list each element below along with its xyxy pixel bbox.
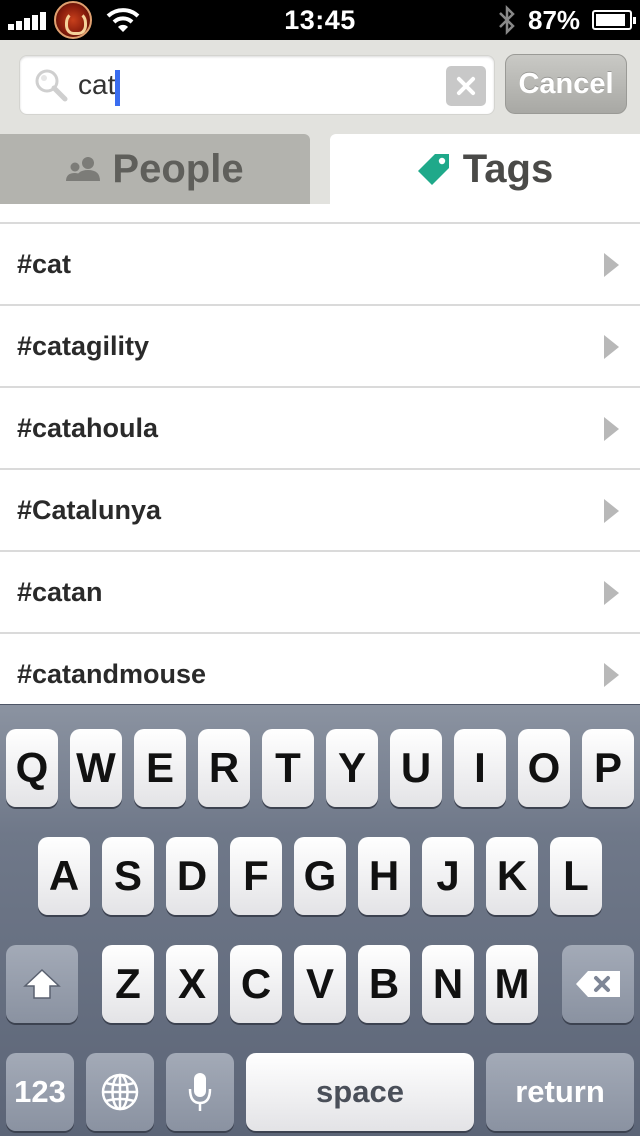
key-b[interactable]: B bbox=[358, 945, 410, 1023]
key-v[interactable]: V bbox=[294, 945, 346, 1023]
search-bar: cat Cancel bbox=[0, 40, 640, 134]
list-item[interactable]: #catagility bbox=[0, 306, 640, 388]
cancel-button[interactable]: Cancel bbox=[505, 54, 627, 114]
chevron-right-icon bbox=[604, 253, 619, 277]
numbers-key[interactable]: 123 bbox=[6, 1053, 74, 1131]
key-n[interactable]: N bbox=[422, 945, 474, 1023]
dictation-key[interactable] bbox=[166, 1053, 234, 1131]
tab-people[interactable]: People bbox=[0, 134, 310, 204]
list-item[interactable]: #catahoula bbox=[0, 388, 640, 470]
tab-bar: People Tags bbox=[0, 134, 640, 204]
key-m[interactable]: M bbox=[486, 945, 538, 1023]
key-q[interactable]: Q bbox=[6, 729, 58, 807]
status-bar: 13:45 87% bbox=[0, 0, 640, 40]
list-item[interactable]: #Catalunya bbox=[0, 470, 640, 552]
tag-results-list: #cat #catagility #catahoula #Catalunya #… bbox=[0, 204, 640, 704]
shift-arrow-icon bbox=[23, 968, 61, 999]
backspace-icon bbox=[576, 971, 620, 997]
key-a[interactable]: A bbox=[38, 837, 90, 915]
keyboard: Q W E R T Y U I O P A S D F G H J K L Z … bbox=[0, 704, 640, 1136]
key-h[interactable]: H bbox=[358, 837, 410, 915]
battery-percentage: 87% bbox=[528, 5, 581, 35]
tag-label: #Catalunya bbox=[17, 495, 162, 525]
key-f[interactable]: F bbox=[230, 837, 282, 915]
clear-search-button[interactable] bbox=[446, 66, 486, 106]
chevron-right-icon bbox=[604, 581, 619, 605]
tab-tags[interactable]: Tags bbox=[330, 134, 640, 204]
tag-label: #cat bbox=[17, 249, 72, 279]
chevron-right-icon bbox=[604, 417, 619, 441]
key-w[interactable]: W bbox=[70, 729, 122, 807]
key-k[interactable]: K bbox=[486, 837, 538, 915]
key-y[interactable]: Y bbox=[326, 729, 378, 807]
shift-key[interactable] bbox=[6, 945, 78, 1023]
search-icon bbox=[35, 69, 68, 102]
search-input[interactable]: cat bbox=[78, 62, 115, 108]
chevron-right-icon bbox=[604, 663, 619, 687]
search-field[interactable]: cat bbox=[19, 55, 495, 115]
key-s[interactable]: S bbox=[102, 837, 154, 915]
tab-people-label: People bbox=[112, 146, 244, 191]
tag-label: #catahoula bbox=[17, 413, 159, 443]
key-l[interactable]: L bbox=[550, 837, 602, 915]
text-cursor bbox=[115, 70, 120, 106]
tag-icon bbox=[417, 154, 449, 185]
key-t[interactable]: T bbox=[262, 729, 314, 807]
microphone-icon bbox=[188, 1073, 212, 1111]
chevron-right-icon bbox=[604, 335, 619, 359]
tag-label: #catan bbox=[17, 577, 103, 607]
list-divider bbox=[0, 204, 640, 224]
key-e[interactable]: E bbox=[134, 729, 186, 807]
space-key[interactable]: space bbox=[246, 1053, 474, 1131]
people-icon bbox=[66, 157, 101, 181]
list-item[interactable]: #catandmouse bbox=[0, 634, 640, 704]
key-o[interactable]: O bbox=[518, 729, 570, 807]
battery-icon bbox=[592, 10, 636, 30]
tab-tags-label: Tags bbox=[462, 146, 554, 191]
key-z[interactable]: Z bbox=[102, 945, 154, 1023]
key-x[interactable]: X bbox=[166, 945, 218, 1023]
list-item[interactable]: #catan bbox=[0, 552, 640, 634]
key-j[interactable]: J bbox=[422, 837, 474, 915]
key-c[interactable]: C bbox=[230, 945, 282, 1023]
bluetooth-icon bbox=[499, 4, 515, 36]
key-g[interactable]: G bbox=[294, 837, 346, 915]
globe-icon bbox=[101, 1073, 139, 1111]
chevron-right-icon bbox=[604, 499, 619, 523]
delete-key[interactable] bbox=[562, 945, 634, 1023]
key-u[interactable]: U bbox=[390, 729, 442, 807]
key-i[interactable]: I bbox=[454, 729, 506, 807]
list-item[interactable]: #cat bbox=[0, 224, 640, 306]
key-p[interactable]: P bbox=[582, 729, 634, 807]
tag-label: #catandmouse bbox=[17, 659, 207, 689]
return-key[interactable]: return bbox=[486, 1053, 634, 1131]
globe-key[interactable] bbox=[86, 1053, 154, 1131]
key-r[interactable]: R bbox=[198, 729, 250, 807]
tag-label: #catagility bbox=[17, 331, 150, 361]
key-d[interactable]: D bbox=[166, 837, 218, 915]
